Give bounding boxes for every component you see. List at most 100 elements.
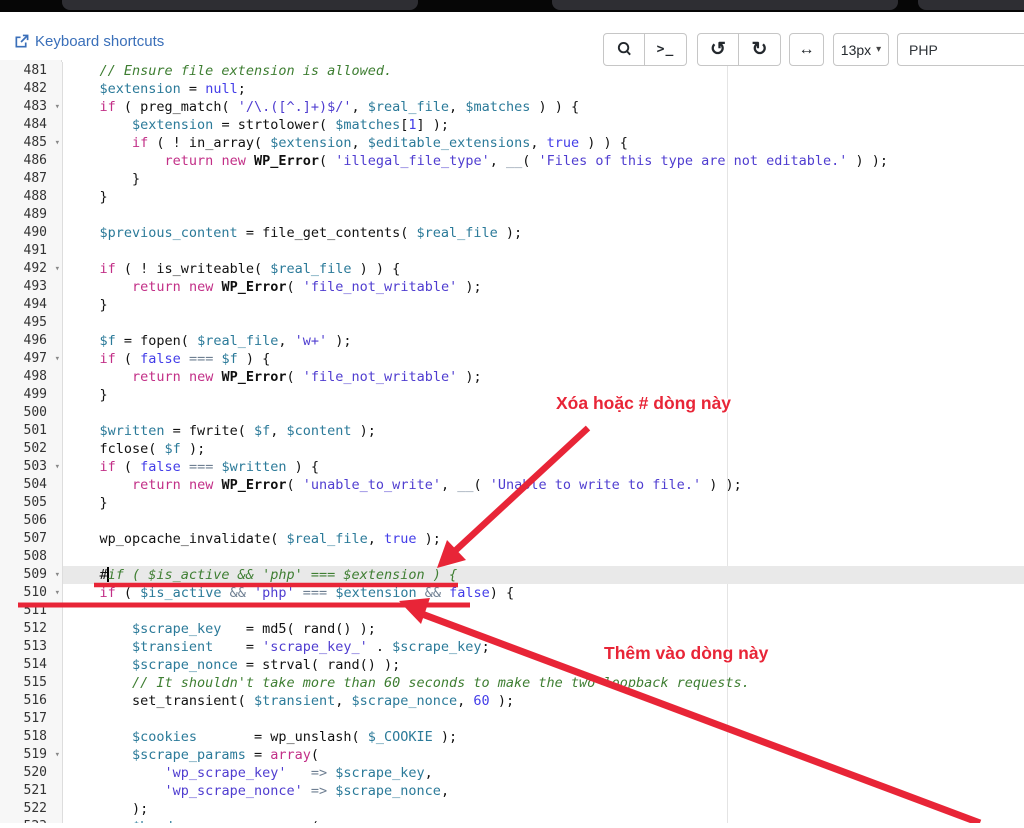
code-line[interactable]: 502 fclose( $f ); [0, 440, 1024, 458]
code-text[interactable]: } [63, 188, 108, 206]
code-line[interactable]: 521 'wp_scrape_nonce' => $scrape_nonce, [0, 782, 1024, 800]
code-text[interactable]: if ( false === $f ) { [63, 350, 270, 368]
resize-button[interactable]: ↔ [789, 33, 824, 66]
code-line[interactable]: 513 $transient = 'scrape_key_' . $scrape… [0, 638, 1024, 656]
redo-button[interactable]: ↻ [739, 33, 781, 66]
fold-toggle-icon[interactable]: ▾ [55, 584, 60, 602]
undo-button[interactable]: ↺ [697, 33, 739, 66]
code-text[interactable]: $f = fopen( $real_file, 'w+' ); [63, 332, 352, 350]
code-text[interactable]: // Ensure file extension is allowed. [63, 62, 392, 80]
code-line[interactable]: 497▾ if ( false === $f ) { [0, 350, 1024, 368]
code-text[interactable]: } [63, 494, 108, 512]
code-text[interactable]: } [63, 386, 108, 404]
code-text[interactable]: if ( ! in_array( $extension, $editable_e… [63, 134, 628, 152]
code-line[interactable]: 506 [0, 512, 1024, 530]
code-text[interactable] [63, 404, 67, 422]
code-line[interactable]: 515 // It shouldn't take more than 60 se… [0, 674, 1024, 692]
code-text[interactable]: $scrape_params = array( [63, 746, 319, 764]
code-text[interactable]: ); [63, 800, 148, 818]
code-line[interactable]: 482 $extension = null; [0, 80, 1024, 98]
terminal-button[interactable]: >_ [645, 33, 687, 66]
code-text[interactable] [63, 548, 67, 566]
code-line[interactable]: 490 $previous_content = file_get_content… [0, 224, 1024, 242]
code-text[interactable]: 'wp_scrape_nonce' => $scrape_nonce, [63, 782, 449, 800]
code-text[interactable]: 'wp_scrape_key' => $scrape_key, [63, 764, 433, 782]
code-line[interactable]: 484 $extension = strtolower( $matches[1]… [0, 116, 1024, 134]
code-line[interactable]: 486 return new WP_Error( 'illegal_file_t… [0, 152, 1024, 170]
code-text[interactable]: if ( ! is_writeable( $real_file ) ) { [63, 260, 400, 278]
code-line[interactable]: 489 [0, 206, 1024, 224]
mode-input[interactable]: PHP [897, 33, 1024, 66]
code-text[interactable]: $transient = 'scrape_key_' . $scrape_key… [63, 638, 490, 656]
code-line[interactable]: 488 } [0, 188, 1024, 206]
code-line[interactable]: 503▾ if ( false === $written ) { [0, 458, 1024, 476]
fold-toggle-icon[interactable]: ▾ [55, 746, 60, 764]
font-size-select[interactable]: 13px ▾ [833, 33, 889, 66]
code-line[interactable]: 504 return new WP_Error( 'unable_to_writ… [0, 476, 1024, 494]
fold-toggle-icon[interactable]: ▾ [55, 350, 60, 368]
code-editor[interactable]: 481 // Ensure file extension is allowed.… [0, 60, 1024, 823]
code-text[interactable]: return new WP_Error( 'unable_to_write', … [63, 476, 742, 494]
code-text[interactable]: if ( preg_match( '/\.([^.]+)$/', $real_f… [63, 98, 579, 116]
code-line[interactable]: 494 } [0, 296, 1024, 314]
code-text[interactable]: $cookies = wp_unslash( $_COOKIE ); [63, 728, 457, 746]
code-text[interactable] [63, 314, 67, 332]
code-text[interactable]: $extension = null; [63, 80, 246, 98]
code-text[interactable]: if ( $is_active && 'php' === $extension … [63, 584, 514, 602]
code-text[interactable] [63, 206, 67, 224]
code-text[interactable]: $extension = strtolower( $matches[1] ); [63, 116, 449, 134]
code-text[interactable]: return new WP_Error( 'file_not_writable'… [63, 278, 482, 296]
code-text[interactable]: fclose( $f ); [63, 440, 205, 458]
code-text[interactable]: wp_opcache_invalidate( $real_file, true … [63, 530, 441, 548]
search-button[interactable] [603, 33, 645, 66]
code-text[interactable]: $previous_content = file_get_contents( $… [63, 224, 522, 242]
code-line[interactable]: 511 [0, 602, 1024, 620]
code-text[interactable] [63, 512, 67, 530]
code-line[interactable]: 509▾ #if ( $is_active && 'php' === $exte… [0, 566, 1024, 584]
code-line[interactable]: 520 'wp_scrape_key' => $scrape_key, [0, 764, 1024, 782]
fold-toggle-icon[interactable]: ▾ [55, 260, 60, 278]
code-line[interactable]: 487 } [0, 170, 1024, 188]
code-line[interactable]: 493 return new WP_Error( 'file_not_writa… [0, 278, 1024, 296]
code-text[interactable]: #if ( $is_active && 'php' === $extension… [63, 566, 457, 584]
code-line[interactable]: 510▾ if ( $is_active && 'php' === $exten… [0, 584, 1024, 602]
code-line[interactable]: 483▾ if ( preg_match( '/\.([^.]+)$/', $r… [0, 98, 1024, 116]
code-line[interactable]: 492▾ if ( ! is_writeable( $real_file ) )… [0, 260, 1024, 278]
code-text[interactable] [63, 602, 67, 620]
code-line[interactable]: 523 $headers = array( [0, 818, 1024, 823]
code-text[interactable]: $written = fwrite( $f, $content ); [63, 422, 376, 440]
code-line[interactable]: 508 [0, 548, 1024, 566]
fold-toggle-icon[interactable]: ▾ [55, 566, 60, 584]
code-text[interactable]: $scrape_nonce = strval( rand() ); [63, 656, 400, 674]
code-text[interactable]: return new WP_Error( 'file_not_writable'… [63, 368, 482, 386]
code-line[interactable]: 518 $cookies = wp_unslash( $_COOKIE ); [0, 728, 1024, 746]
code-text[interactable]: } [63, 170, 140, 188]
code-line[interactable]: 519▾ $scrape_params = array( [0, 746, 1024, 764]
keyboard-shortcuts-link[interactable]: Keyboard shortcuts [14, 33, 164, 50]
code-text[interactable]: if ( false === $written ) { [63, 458, 319, 476]
code-line[interactable]: 522 ); [0, 800, 1024, 818]
code-line[interactable]: 491 [0, 242, 1024, 260]
code-line[interactable]: 505 } [0, 494, 1024, 512]
code-line[interactable]: 499 } [0, 386, 1024, 404]
code-text[interactable]: return new WP_Error( 'illegal_file_type'… [63, 152, 888, 170]
code-line[interactable]: 514 $scrape_nonce = strval( rand() ); [0, 656, 1024, 674]
code-text[interactable]: } [63, 296, 108, 314]
code-line[interactable]: 512 $scrape_key = md5( rand() ); [0, 620, 1024, 638]
code-line[interactable]: 507 wp_opcache_invalidate( $real_file, t… [0, 530, 1024, 548]
code-line[interactable]: 485▾ if ( ! in_array( $extension, $edita… [0, 134, 1024, 152]
code-line[interactable]: 501 $written = fwrite( $f, $content ); [0, 422, 1024, 440]
code-line[interactable]: 495 [0, 314, 1024, 332]
code-text[interactable]: $headers = array( [63, 818, 319, 823]
code-line[interactable]: 517 [0, 710, 1024, 728]
code-line[interactable]: 516 set_transient( $transient, $scrape_n… [0, 692, 1024, 710]
code-line[interactable]: 496 $f = fopen( $real_file, 'w+' ); [0, 332, 1024, 350]
code-line[interactable]: 498 return new WP_Error( 'file_not_writa… [0, 368, 1024, 386]
code-text[interactable] [63, 242, 67, 260]
code-text[interactable]: set_transient( $transient, $scrape_nonce… [63, 692, 514, 710]
fold-toggle-icon[interactable]: ▾ [55, 98, 60, 116]
code-text[interactable] [63, 710, 67, 728]
fold-toggle-icon[interactable]: ▾ [55, 458, 60, 476]
code-text[interactable]: // It shouldn't take more than 60 second… [63, 674, 750, 692]
code-text[interactable]: $scrape_key = md5( rand() ); [63, 620, 376, 638]
